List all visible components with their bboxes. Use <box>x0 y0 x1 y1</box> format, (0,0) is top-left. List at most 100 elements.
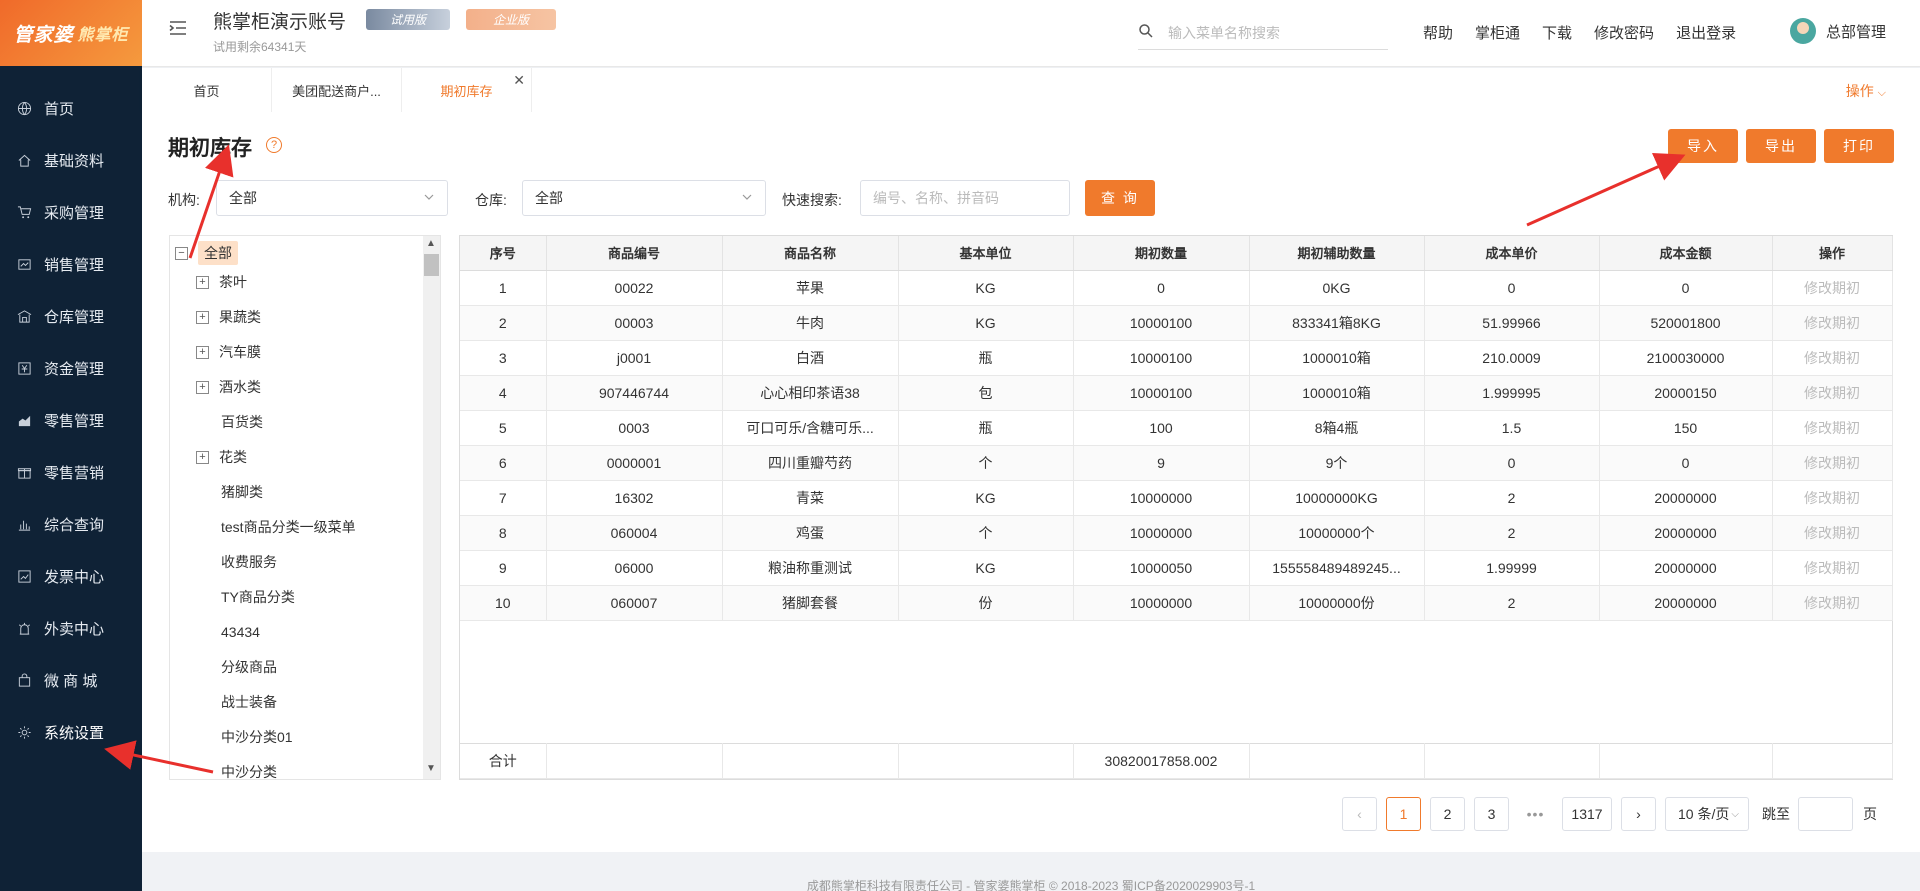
tree-scrollbar[interactable]: ▲ ▼ <box>423 236 440 779</box>
jump-page-input[interactable] <box>1798 797 1853 831</box>
import-button[interactable]: 导入 <box>1668 129 1738 163</box>
edit-opening-link[interactable]: 修改期初 <box>1772 375 1893 411</box>
table-row[interactable]: 4 907446744 心心相印茶语38 包 10000100 1000010箱 1.999… <box>460 375 1893 411</box>
table-row[interactable]: 5 0003 可口可乐/含糖可乐... 瓶 100 8箱4瓶 1.5 150 修改期初 <box>460 410 1893 446</box>
app-logo[interactable]: 管家婆 熊掌柜 <box>0 0 142 66</box>
help-icon[interactable]: ? <box>266 137 282 153</box>
query-button[interactable]: 查 询 <box>1085 180 1155 216</box>
menu-toggle-icon[interactable] <box>168 18 188 38</box>
top-link-0[interactable]: 帮助 <box>1423 22 1453 43</box>
column-header[interactable]: 商品名称 <box>722 236 899 271</box>
table-row[interactable]: 3 j0001 白酒瓶 10000100 1000010箱 210.0009 2100030… <box>460 340 1893 376</box>
table-row[interactable]: 10 060007 猪脚套餐份 10000000 10000000份 2 20000000 修… <box>460 585 1893 621</box>
prev-page-button[interactable]: ‹ <box>1342 797 1377 831</box>
edit-opening-link[interactable]: 修改期初 <box>1772 515 1893 551</box>
page-3-button[interactable]: 3 <box>1474 797 1509 831</box>
more-pages-button[interactable]: ••• <box>1518 797 1553 831</box>
expand-icon[interactable]: + <box>196 345 209 359</box>
sidebar-item-3[interactable]: 销售管理 <box>0 238 142 290</box>
table-row[interactable]: 6 0000001 四川重瓣芍药个 9 9个 0 0 修改期初 <box>460 445 1893 481</box>
page-size-select[interactable]: 10 条/页 ⌵ <box>1665 797 1749 831</box>
column-header[interactable]: 成本金额 <box>1599 236 1773 271</box>
last-page-button[interactable]: 1317 <box>1562 797 1612 831</box>
column-header[interactable]: 期初辅助数量 <box>1249 236 1425 271</box>
top-link-1[interactable]: 掌柜通 <box>1475 22 1520 43</box>
expand-icon[interactable]: + <box>196 310 209 324</box>
tab-home[interactable]: 首页 <box>142 68 272 112</box>
tree-node[interactable]: 猪脚类 <box>221 480 263 504</box>
tree-node[interactable]: + 茶叶 <box>196 270 247 294</box>
top-link-2[interactable]: 下载 <box>1542 22 1572 43</box>
edit-opening-link[interactable]: 修改期初 <box>1772 305 1893 341</box>
tab-opening-stock[interactable]: 期初库存 ✕ <box>402 68 532 112</box>
tree-node[interactable]: TY商品分类 <box>221 585 295 609</box>
expand-icon[interactable]: + <box>196 275 209 289</box>
column-header[interactable]: 基本单位 <box>898 236 1074 271</box>
menu-search-input[interactable] <box>1168 20 1378 46</box>
sidebar-item-12[interactable]: 系统设置 <box>0 706 142 758</box>
tab-meituan[interactable]: 美团配送商户... <box>272 68 402 112</box>
print-button[interactable]: 打印 <box>1824 129 1894 163</box>
page-1-button[interactable]: 1 <box>1386 797 1421 831</box>
export-button[interactable]: 导出 <box>1746 129 1816 163</box>
column-header[interactable]: 操作 <box>1772 236 1893 271</box>
edit-opening-link[interactable]: 修改期初 <box>1772 480 1893 516</box>
warehouse-select[interactable]: 全部 <box>522 180 766 216</box>
top-link-3[interactable]: 修改密码 <box>1594 22 1654 43</box>
tree-node[interactable]: 中沙分类 <box>221 760 277 779</box>
tabs-operations[interactable]: 操作 ⌵ <box>1846 81 1886 101</box>
table-row[interactable]: 7 16302 青菜 KG 10000000 10000000KG 2 20000000 修改期… <box>460 480 1893 516</box>
edit-opening-link[interactable]: 修改期初 <box>1772 550 1893 586</box>
top-link-4[interactable]: 退出登录 <box>1676 22 1736 43</box>
table-row[interactable]: 9 06000 粮油称重测试 KG 10000050 155558489489245...… <box>460 550 1893 586</box>
table-row[interactable]: 8 060004 鸡蛋个 10000000 10000000个 2 20000000 修改期初 <box>460 515 1893 551</box>
sidebar-item-10[interactable]: 外卖中心 <box>0 602 142 654</box>
table-row[interactable]: 1 00022 苹果 KG 0 0KG 0 0 修改期初 <box>460 270 1893 306</box>
tree-node[interactable]: + 汽车膜 <box>196 340 261 364</box>
scroll-down-icon[interactable]: ▼ <box>425 763 437 777</box>
scroll-up-icon[interactable]: ▲ <box>425 238 437 252</box>
tree-node[interactable]: 43434 <box>221 620 260 644</box>
tree-root[interactable]: − 全部 <box>175 241 238 265</box>
org-select[interactable]: 全部 <box>216 180 448 216</box>
avatar[interactable] <box>1790 18 1816 44</box>
sidebar-item-5[interactable]: 资金管理 <box>0 342 142 394</box>
column-header[interactable]: 期初数量 <box>1073 236 1250 271</box>
sidebar-item-2[interactable]: 采购管理 <box>0 186 142 238</box>
sidebar-item-6[interactable]: 零售管理 <box>0 394 142 446</box>
expand-icon[interactable]: + <box>196 380 209 394</box>
tree-node[interactable]: test商品分类一级菜单 <box>221 515 356 539</box>
edit-opening-link[interactable]: 修改期初 <box>1772 340 1893 376</box>
tree-node[interactable]: 百货类 <box>221 410 263 434</box>
scroll-thumb[interactable] <box>424 254 439 276</box>
tree-node[interactable]: + 酒水类 <box>196 375 261 399</box>
table-row[interactable]: 2 00003 牛肉 KG 10000100 833341箱8KG 51.99966 5200… <box>460 305 1893 341</box>
sidebar-item-1[interactable]: 基础资料 <box>0 134 142 186</box>
column-header[interactable]: 商品编号 <box>546 236 723 271</box>
quick-search-input[interactable] <box>860 180 1070 216</box>
user-name[interactable]: 总部管理 <box>1826 21 1886 42</box>
tree-node[interactable]: + 花类 <box>196 445 247 469</box>
sidebar-item-7[interactable]: 零售营销 <box>0 446 142 498</box>
tree-node[interactable]: 收费服务 <box>221 550 277 574</box>
sidebar-item-9[interactable]: 发票中心 <box>0 550 142 602</box>
collapse-icon[interactable]: − <box>175 246 188 260</box>
column-header[interactable]: 成本单价 <box>1424 236 1600 271</box>
tree-node[interactable]: + 果蔬类 <box>196 305 261 329</box>
page-2-button[interactable]: 2 <box>1430 797 1465 831</box>
edit-opening-link[interactable]: 修改期初 <box>1772 270 1893 306</box>
edit-opening-link[interactable]: 修改期初 <box>1772 585 1893 621</box>
user-menu[interactable]: 总部管理 <box>1790 18 1886 44</box>
tree-node[interactable]: 战士装备 <box>221 690 277 714</box>
edit-opening-link[interactable]: 修改期初 <box>1772 445 1893 481</box>
tree-node[interactable]: 中沙分类01 <box>221 725 293 749</box>
tree-node[interactable]: 分级商品 <box>221 655 277 679</box>
next-page-button[interactable]: › <box>1621 797 1656 831</box>
enterprise-badge[interactable]: 企业版 <box>466 9 556 30</box>
expand-icon[interactable]: + <box>196 450 209 464</box>
sidebar-item-11[interactable]: 微 商 城 <box>0 654 142 706</box>
sidebar-item-4[interactable]: 仓库管理 <box>0 290 142 342</box>
close-icon[interactable]: ✕ <box>513 72 525 89</box>
sidebar-item-8[interactable]: 综合查询 <box>0 498 142 550</box>
sidebar-item-0[interactable]: 首页 <box>0 82 142 134</box>
